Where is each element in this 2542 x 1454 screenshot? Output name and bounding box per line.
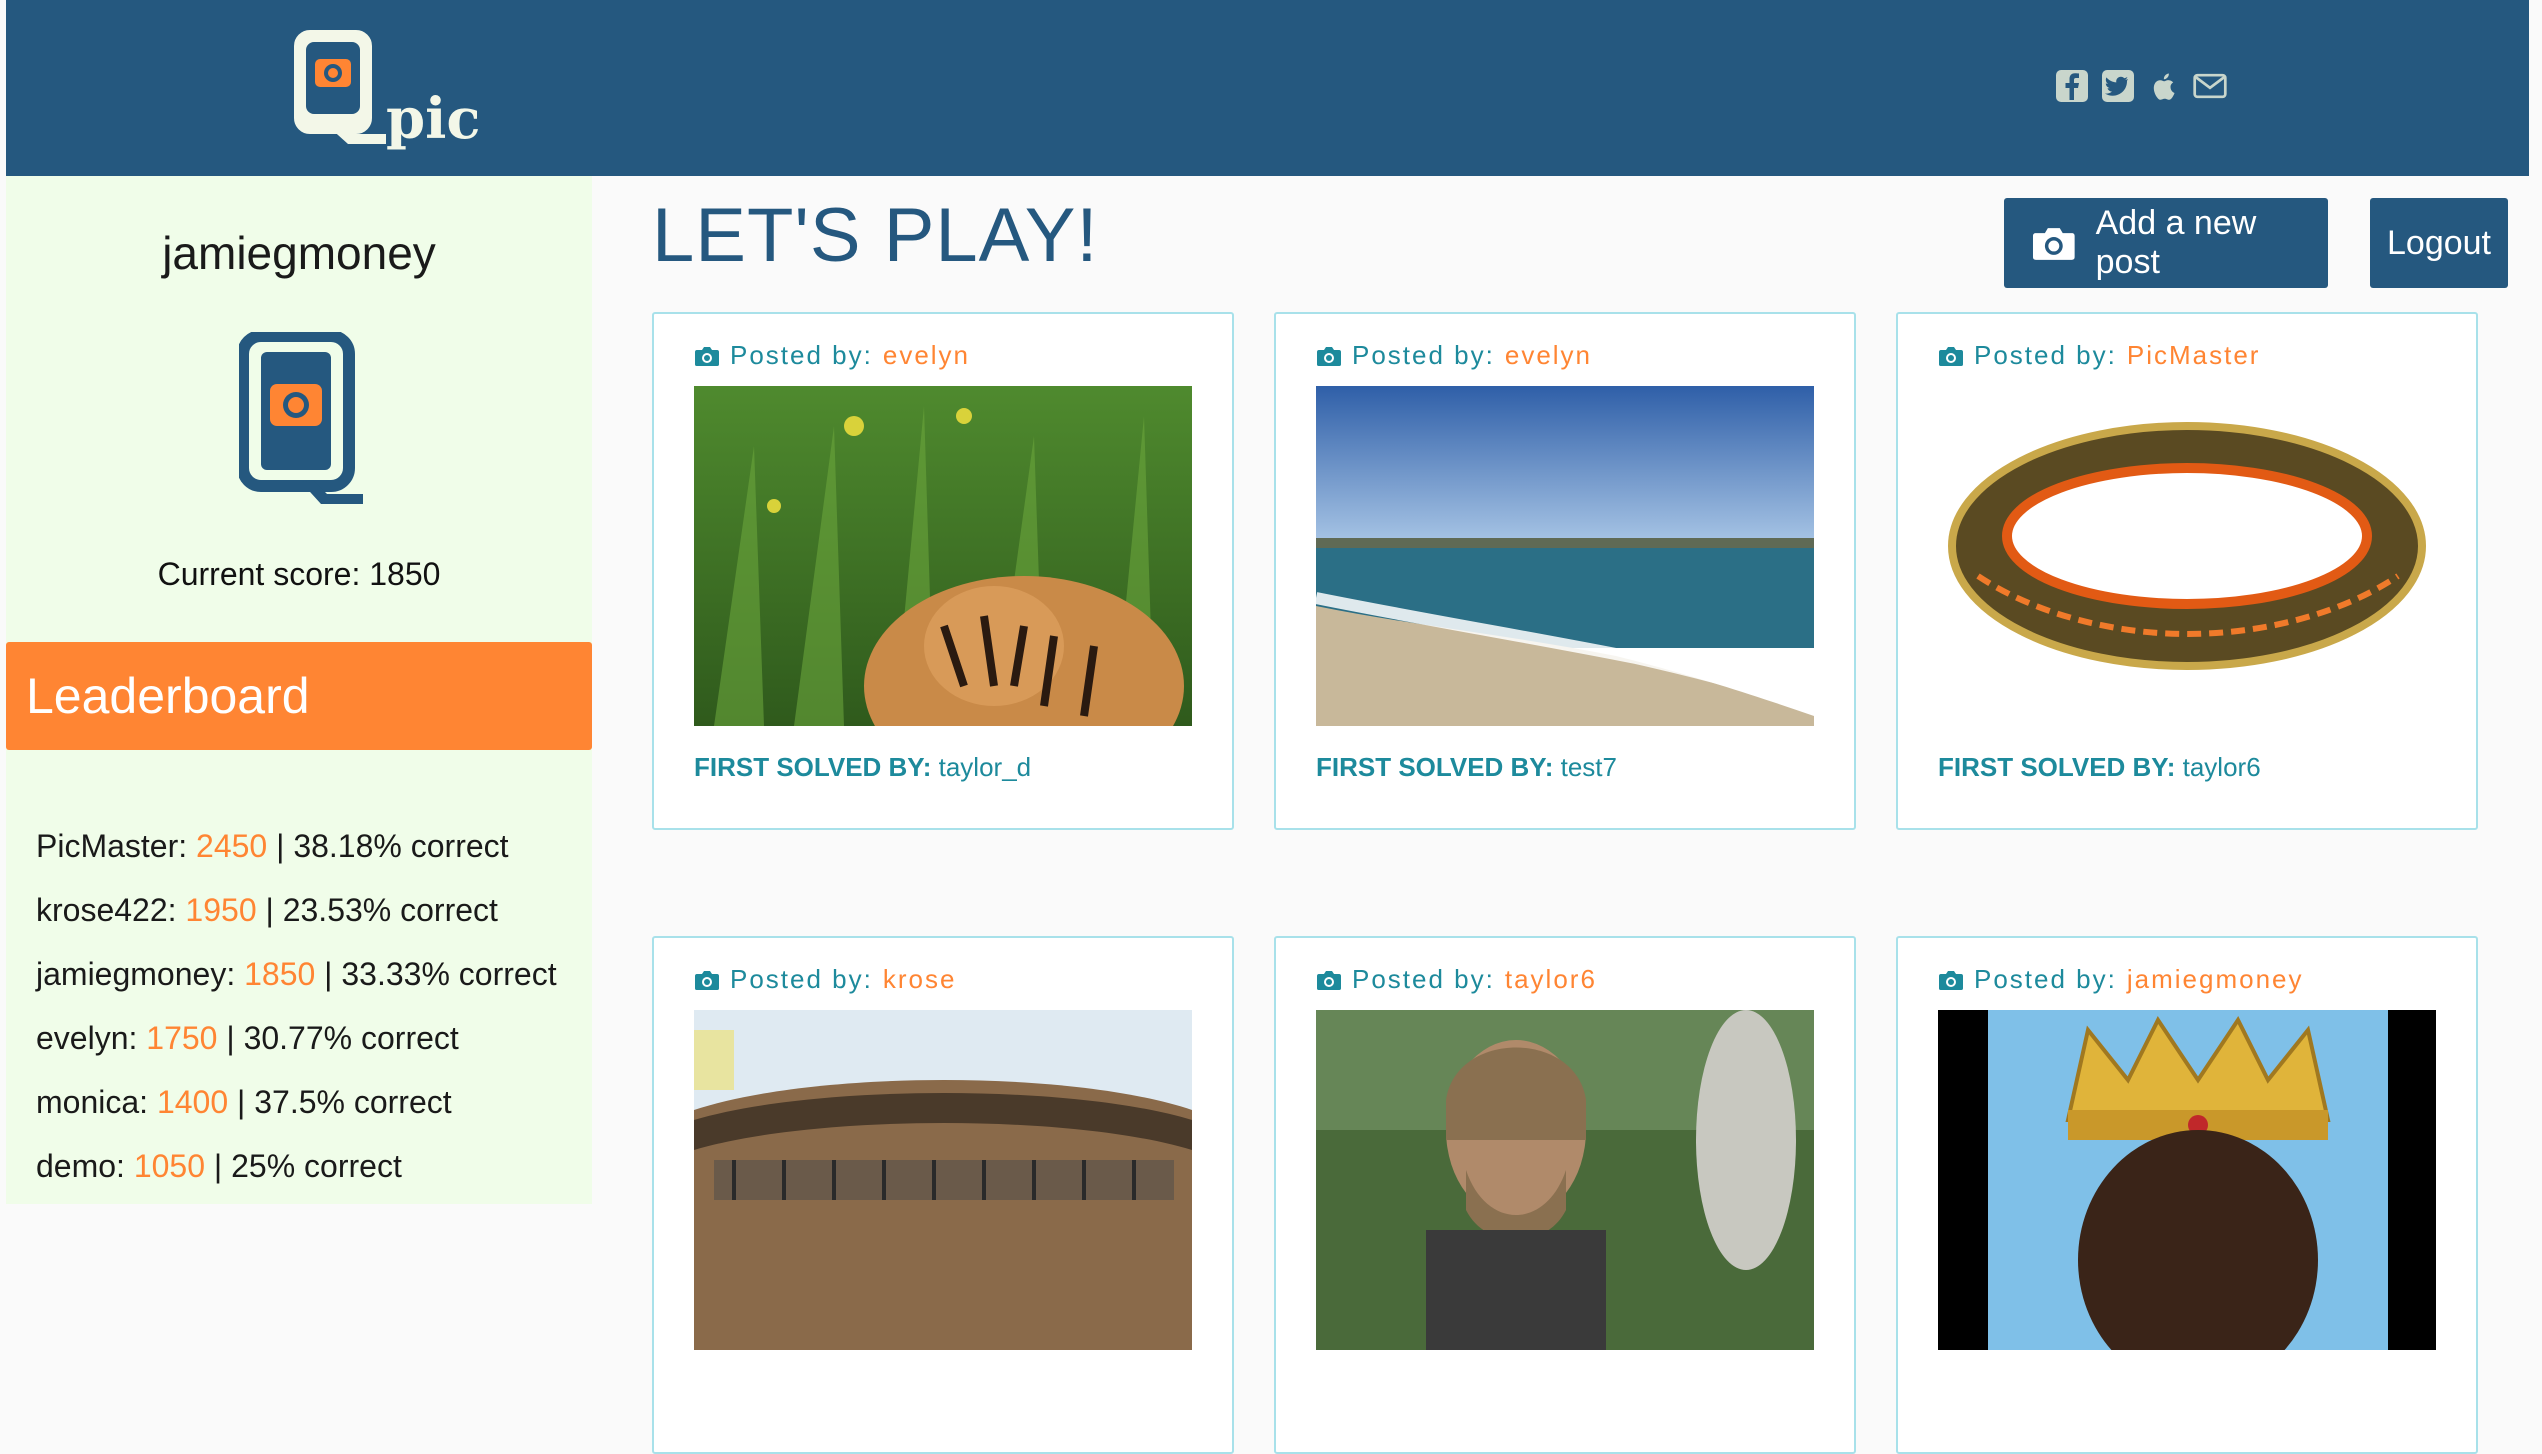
post-author[interactable]: evelyn: [883, 340, 970, 371]
top-header: pic: [6, 0, 2529, 176]
leaderboard-row: demo: 1050 | 25% correct: [36, 1134, 557, 1198]
camera-icon: [695, 970, 719, 990]
post-image[interactable]: [1316, 1010, 1814, 1350]
logo-text: pic: [386, 86, 481, 152]
post-card[interactable]: Posted by: krose: [652, 936, 1234, 1454]
score-label: Current score:: [157, 556, 361, 592]
player-percent: | 33.33% correct: [324, 956, 557, 992]
posted-by: Posted by: PicMaster: [1938, 340, 2260, 371]
post-card[interactable]: Posted by: jamiegmoney: [1896, 936, 2478, 1454]
leaderboard-header: Leaderboard: [6, 642, 592, 750]
solver-name: test7: [1560, 752, 1617, 782]
first-solved: FIRST SOLVED BY: taylor_d: [694, 752, 1031, 783]
username: jamiegmoney: [162, 227, 436, 279]
leaderboard-row: PicMaster: 2450 | 38.18% correct: [36, 814, 557, 878]
leaderboard-row: monica: 1400 | 37.5% correct: [36, 1070, 557, 1134]
player-name: jamiegmoney:: [36, 956, 236, 992]
post-card[interactable]: Posted by: taylor6: [1274, 936, 1856, 1454]
social-links: [2054, 68, 2228, 104]
post-author[interactable]: PicMaster: [2127, 340, 2261, 371]
twitter-icon[interactable]: [2100, 68, 2136, 104]
camera-icon: [1317, 346, 1341, 366]
leaderboard-row: krose422: 1950 | 23.53% correct: [36, 878, 557, 942]
camera-icon: [1939, 346, 1963, 366]
score-value: 1850: [369, 556, 441, 592]
player-name: demo:: [36, 1148, 125, 1184]
leaderboard-title: Leaderboard: [26, 668, 310, 724]
camera-icon: [1939, 970, 1963, 990]
post-image[interactable]: [694, 386, 1192, 726]
posted-by-label: Posted by:: [730, 964, 873, 994]
posted-by: Posted by: jamiegmoney: [1938, 964, 2304, 995]
posted-by-label: Posted by:: [1352, 964, 1495, 994]
solver-name: taylor6: [2182, 752, 2261, 782]
post-author[interactable]: taylor6: [1505, 964, 1597, 995]
player-name: evelyn:: [36, 1020, 138, 1056]
player-points: 1400: [156, 1084, 229, 1120]
page-title: LET'S PLAY!: [652, 193, 1099, 278]
mail-icon[interactable]: [2192, 68, 2228, 104]
post-author[interactable]: krose: [883, 964, 957, 995]
player-points: 1950: [185, 892, 257, 928]
post-image[interactable]: [1316, 386, 1814, 726]
player-percent: | 30.77% correct: [226, 1020, 459, 1056]
post-image[interactable]: [694, 1010, 1192, 1350]
post-author[interactable]: jamiegmoney: [2127, 964, 2304, 995]
qpic-logo[interactable]: pic: [288, 26, 488, 152]
facebook-icon[interactable]: [2054, 68, 2090, 104]
player-percent: | 23.53% correct: [265, 892, 498, 928]
first-solved: FIRST SOLVED BY: test7: [1316, 752, 1617, 783]
leaderboard-row: jamiegmoney: 1850 | 33.33% correct: [36, 942, 557, 1006]
player-points: 1050: [133, 1148, 206, 1184]
add-post-button[interactable]: Add a new post: [2004, 198, 2328, 288]
post-card[interactable]: Posted by: PicMaster FIRST SOLVED BY: ta…: [1896, 312, 2478, 830]
apple-icon[interactable]: [2146, 68, 2182, 104]
posted-by-label: Posted by:: [1974, 340, 2117, 370]
current-score: Current score: 1850: [6, 556, 592, 593]
profile-sidebar: jamiegmoney Current score: 1850 Leaderbo…: [6, 176, 592, 1204]
leaderboard-list: PicMaster: 2450 | 38.18% correct krose42…: [36, 814, 557, 1198]
player-name: krose422:: [36, 892, 177, 928]
camera-icon: [1317, 970, 1341, 990]
camera-icon: [695, 346, 719, 366]
player-percent: | 37.5% correct: [237, 1084, 452, 1120]
player-percent: | 25% correct: [213, 1148, 402, 1184]
first-solved-label: FIRST SOLVED BY:: [694, 752, 932, 782]
player-points: 1750: [146, 1020, 218, 1056]
posted-by-label: Posted by:: [1974, 964, 2117, 994]
first-solved-label: FIRST SOLVED BY:: [1938, 752, 2176, 782]
posted-by: Posted by: krose: [694, 964, 956, 995]
post-card[interactable]: Posted by: evelyn FIRST SOLVED BY: test7: [1274, 312, 1856, 830]
player-name: PicMaster:: [36, 828, 188, 864]
player-points: 2450: [196, 828, 268, 864]
post-image[interactable]: [1938, 386, 2436, 726]
solver-name: taylor_d: [938, 752, 1032, 782]
camera-icon: [2032, 228, 2075, 260]
post-image[interactable]: [1938, 1010, 2436, 1350]
first-solved: FIRST SOLVED BY: taylor6: [1938, 752, 2261, 783]
player-percent: | 38.18% correct: [276, 828, 509, 864]
logout-button[interactable]: Logout: [2370, 198, 2508, 288]
player-points: 1850: [244, 956, 316, 992]
avatar: [237, 330, 363, 514]
posted-by-label: Posted by:: [730, 340, 873, 370]
add-post-label: Add a new post: [2095, 204, 2257, 281]
post-card[interactable]: Posted by: evelyn FIRST SOLVED BY: taylo…: [652, 312, 1234, 830]
posted-by: Posted by: evelyn: [694, 340, 970, 371]
post-author[interactable]: evelyn: [1505, 340, 1592, 371]
posted-by: Posted by: evelyn: [1316, 340, 1592, 371]
leaderboard-row: evelyn: 1750 | 30.77% correct: [36, 1006, 557, 1070]
first-solved-label: FIRST SOLVED BY:: [1316, 752, 1554, 782]
posted-by: Posted by: taylor6: [1316, 964, 1597, 995]
posted-by-label: Posted by:: [1352, 340, 1495, 370]
player-name: monica:: [36, 1084, 149, 1120]
